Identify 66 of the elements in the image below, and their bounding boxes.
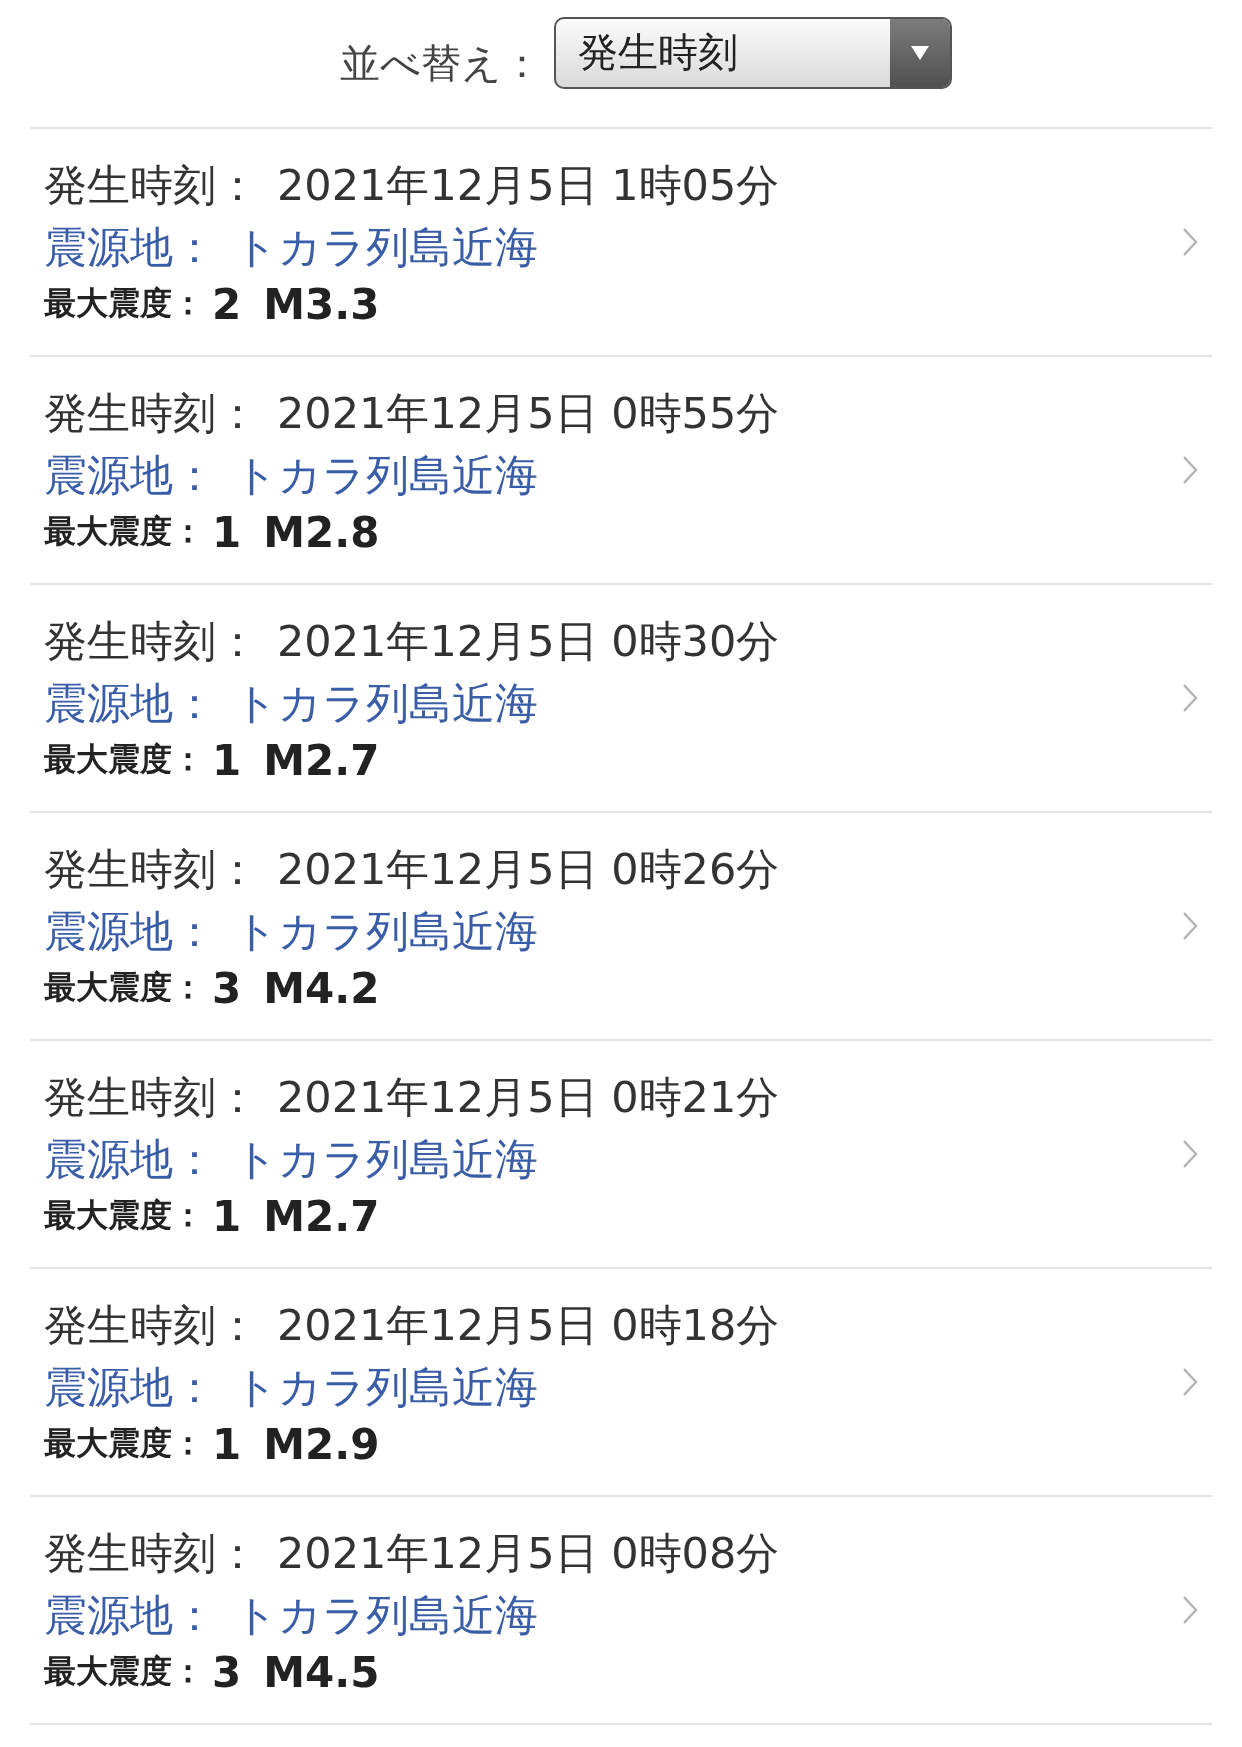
quake-list-item[interactable]: 発生時刻： 2021年12月5日 0時08分 震源地： トカラ列島近海 最大震度： 3 M4.5 (30, 1497, 1212, 1725)
time-label: 発生時刻： (44, 387, 259, 440)
intensity-label: 最大震度： (44, 739, 204, 780)
chevron-right-icon (1182, 1139, 1198, 1169)
intensity-value: 2 (212, 279, 242, 329)
occurrence-time: 2021年12月5日 0時21分 (277, 1071, 780, 1124)
intensity-value: 3 (212, 1647, 242, 1697)
chevron-right-icon (1182, 1595, 1198, 1625)
quake-list-item[interactable]: 発生時刻： 2021年12月5日 0時21分 震源地： トカラ列島近海 最大震度： 1 M2.7 (30, 1041, 1212, 1269)
sort-label: 並べ替え： (340, 39, 542, 88)
occurrence-time: 2021年12月5日 0時18分 (277, 1299, 780, 1352)
epicenter-name: トカラ列島近海 (234, 677, 538, 730)
intensity-value: 1 (212, 1419, 242, 1469)
time-label: 発生時刻： (44, 615, 259, 668)
epicenter-label: 震源地： (44, 449, 216, 502)
intensity-value: 3 (212, 963, 242, 1013)
magnitude-value: M4.2 (263, 963, 380, 1013)
epicenter-label: 震源地： (44, 1589, 216, 1642)
time-label: 発生時刻： (44, 1299, 259, 1352)
quake-list-item[interactable]: 発生時刻： 2021年12月5日 1時05分 震源地： トカラ列島近海 最大震度： 2 M3.3 (30, 129, 1212, 357)
epicenter-label: 震源地： (44, 1133, 216, 1186)
intensity-label: 最大震度： (44, 1195, 204, 1236)
chevron-right-icon (1182, 455, 1198, 485)
chevron-right-icon (1182, 683, 1198, 713)
quake-list-item[interactable]: 発生時刻： 2021年12月5日 0時26分 震源地： トカラ列島近海 最大震度： 3 M4.2 (30, 813, 1212, 1041)
epicenter-name: トカラ列島近海 (234, 449, 538, 502)
quake-list-item[interactable]: 発生時刻： 2021年12月5日 0時18分 震源地： トカラ列島近海 最大震度： 1 M2.9 (30, 1269, 1212, 1497)
intensity-label: 最大震度： (44, 1651, 204, 1692)
intensity-label: 最大震度： (44, 283, 204, 324)
epicenter-label: 震源地： (44, 1361, 216, 1414)
intensity-value: 1 (212, 507, 242, 557)
time-label: 発生時刻： (44, 159, 259, 212)
epicenter-label: 震源地： (44, 221, 216, 274)
epicenter-name: トカラ列島近海 (234, 1133, 538, 1186)
occurrence-time: 2021年12月5日 0時30分 (277, 615, 780, 668)
occurrence-time: 2021年12月5日 1時05分 (277, 159, 780, 212)
magnitude-value: M3.3 (263, 279, 380, 329)
occurrence-time: 2021年12月5日 0時08分 (277, 1527, 780, 1580)
time-label: 発生時刻： (44, 843, 259, 896)
magnitude-value: M4.5 (263, 1647, 380, 1697)
chevron-right-icon (1182, 1367, 1198, 1397)
time-label: 発生時刻： (44, 1071, 259, 1124)
quake-list-item[interactable]: 発生時刻： 2021年12月5日 0時55分 震源地： トカラ列島近海 最大震度： 1 M2.8 (30, 357, 1212, 585)
occurrence-time: 2021年12月5日 0時55分 (277, 387, 780, 440)
chevron-right-icon (1182, 911, 1198, 941)
magnitude-value: M2.7 (263, 735, 380, 785)
epicenter-name: トカラ列島近海 (234, 1589, 538, 1642)
time-label: 発生時刻： (44, 1527, 259, 1580)
epicenter-name: トカラ列島近海 (234, 905, 538, 958)
magnitude-value: M2.8 (263, 507, 380, 557)
magnitude-value: M2.9 (263, 1419, 380, 1469)
epicenter-label: 震源地： (44, 905, 216, 958)
intensity-label: 最大震度： (44, 967, 204, 1008)
epicenter-name: トカラ列島近海 (234, 1361, 538, 1414)
chevron-right-icon (1182, 227, 1198, 257)
epicenter-name: トカラ列島近海 (234, 221, 538, 274)
intensity-value: 1 (212, 735, 242, 785)
dropdown-caret-icon (910, 44, 930, 61)
magnitude-value: M2.7 (263, 1191, 380, 1241)
intensity-label: 最大震度： (44, 511, 204, 552)
intensity-value: 1 (212, 1191, 242, 1241)
quake-list-item[interactable]: 発生時刻： 2021年12月5日 0時30分 震源地： トカラ列島近海 最大震度： 1 M2.7 (30, 585, 1212, 813)
epicenter-label: 震源地： (44, 677, 216, 730)
occurrence-time: 2021年12月5日 0時26分 (277, 843, 780, 896)
intensity-label: 最大震度： (44, 1423, 204, 1464)
sort-dropdown[interactable]: 発生時刻 (554, 16, 952, 89)
